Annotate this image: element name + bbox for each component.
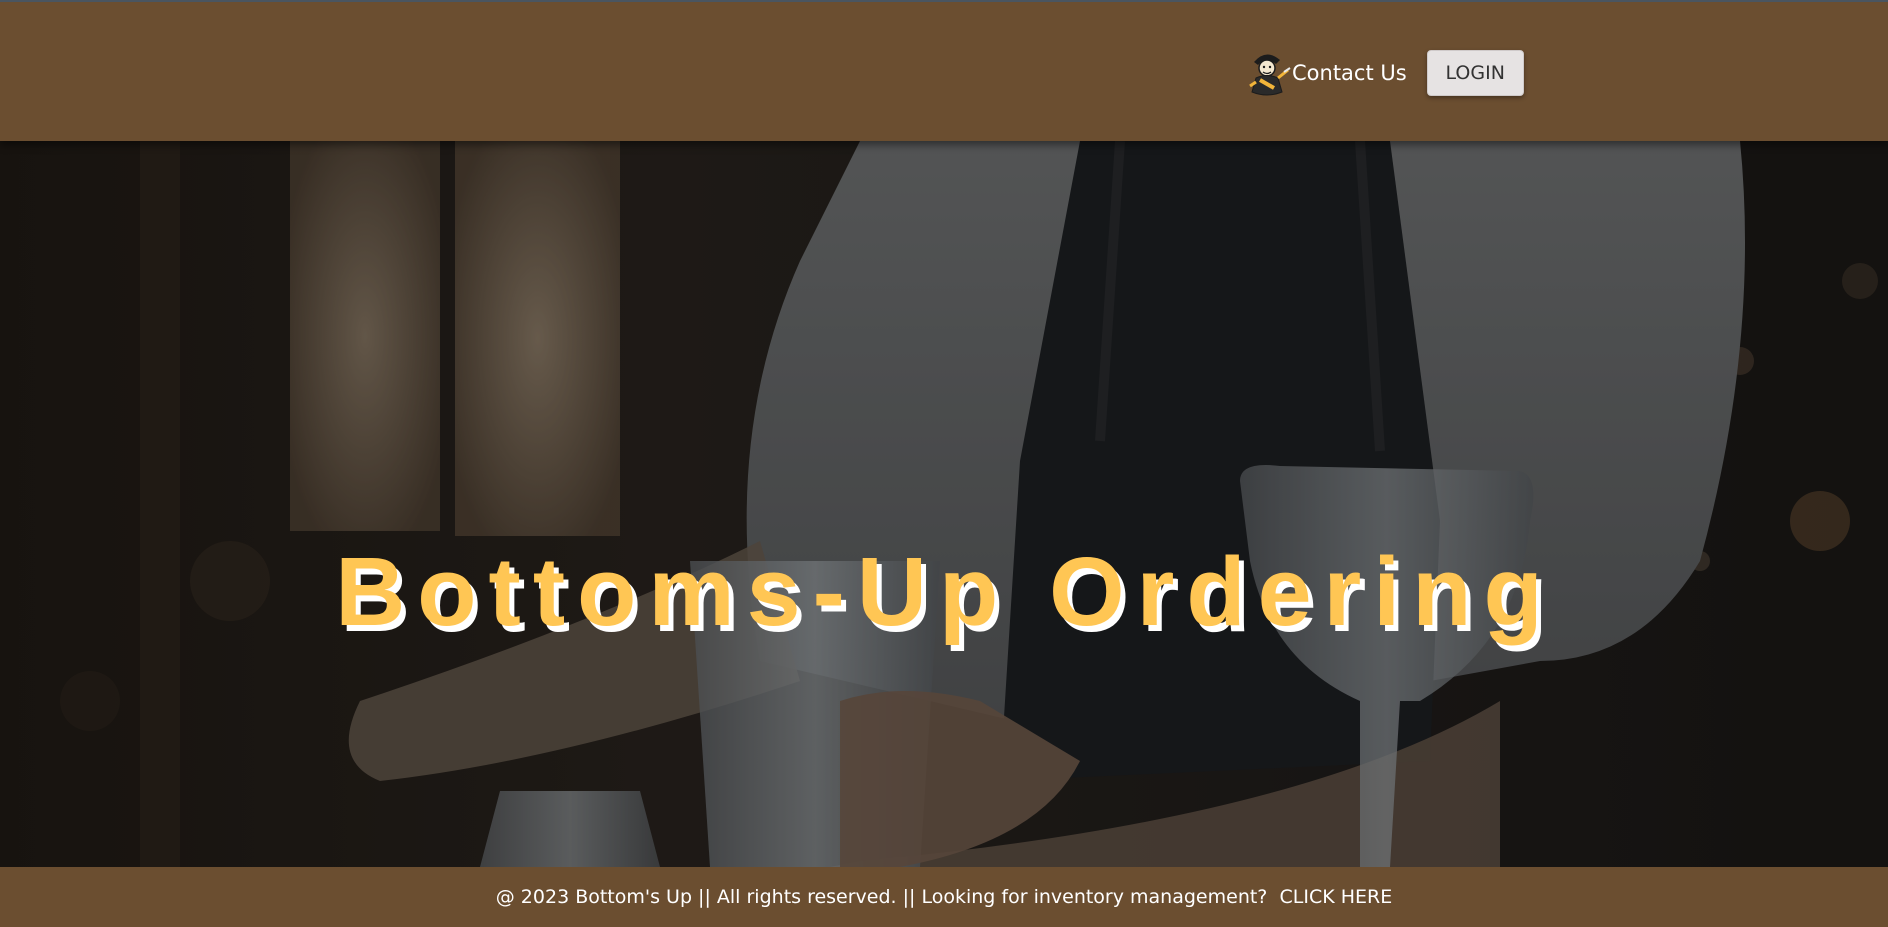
hero-title: Bottoms-Up Ordering bbox=[335, 537, 1555, 646]
nav-links: Contact Us LOGIN bbox=[1244, 48, 1524, 98]
footer: @ 2023 Bottom's Up || All rights reserve… bbox=[0, 867, 1888, 927]
login-button[interactable]: LOGIN bbox=[1426, 50, 1524, 96]
contact-us-link[interactable]: Contact Us bbox=[1292, 61, 1407, 85]
inventory-click-here-link[interactable]: CLICK HERE bbox=[1279, 886, 1392, 908]
pirate-mascot-icon[interactable] bbox=[1244, 48, 1292, 98]
bartender-photo bbox=[0, 141, 1888, 867]
top-nav-bar: Contact Us LOGIN bbox=[0, 0, 1888, 141]
hero-section: Bottoms-Up Ordering bbox=[0, 141, 1888, 867]
footer-copyright: @ 2023 Bottom's Up || All rights reserve… bbox=[495, 886, 1280, 908]
